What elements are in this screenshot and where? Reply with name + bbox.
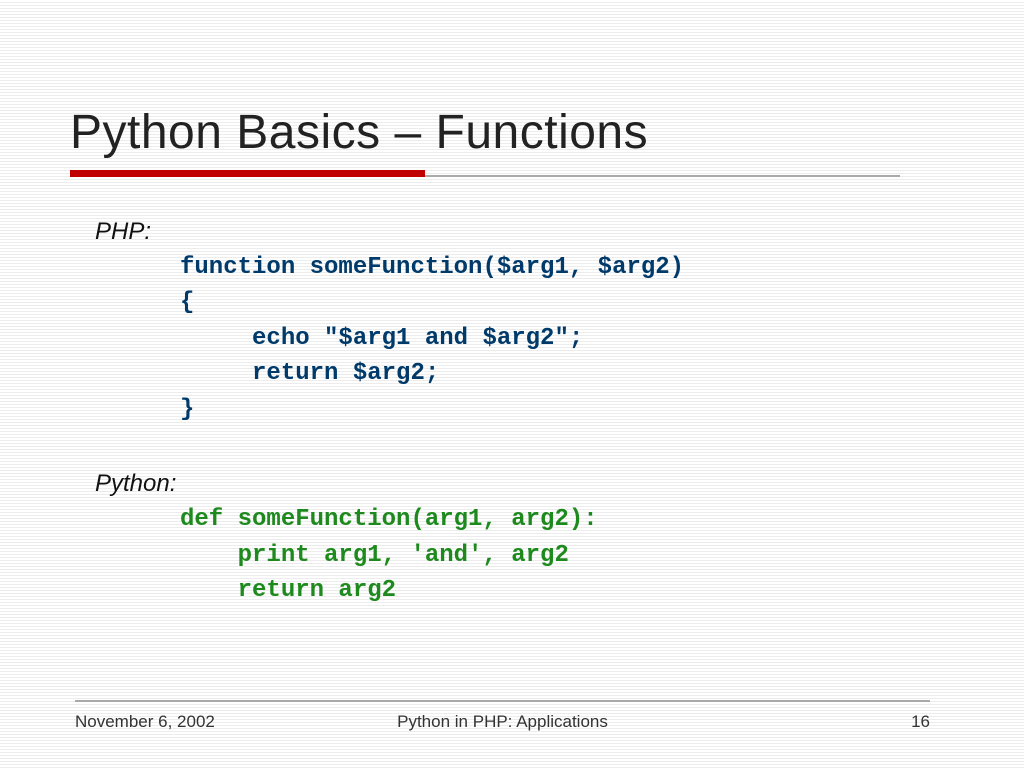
footer: November 6, 2002 Python in PHP: Applicat… <box>75 712 930 732</box>
footer-date: November 6, 2002 <box>75 712 215 732</box>
title-underline <box>70 170 900 177</box>
slide-title: Python Basics – Functions <box>70 105 648 160</box>
slide-content: PHP: function someFunction($arg1, $arg2)… <box>95 215 944 609</box>
php-label: PHP: <box>95 215 944 250</box>
footer-page: 16 <box>911 712 930 732</box>
php-code: function someFunction($arg1, $arg2) { ec… <box>180 250 944 428</box>
python-label: Python: <box>95 467 944 502</box>
slide: Python Basics – Functions PHP: function … <box>0 0 1024 768</box>
footer-divider <box>75 700 930 702</box>
python-code: def someFunction(arg1, arg2): print arg1… <box>180 502 944 609</box>
